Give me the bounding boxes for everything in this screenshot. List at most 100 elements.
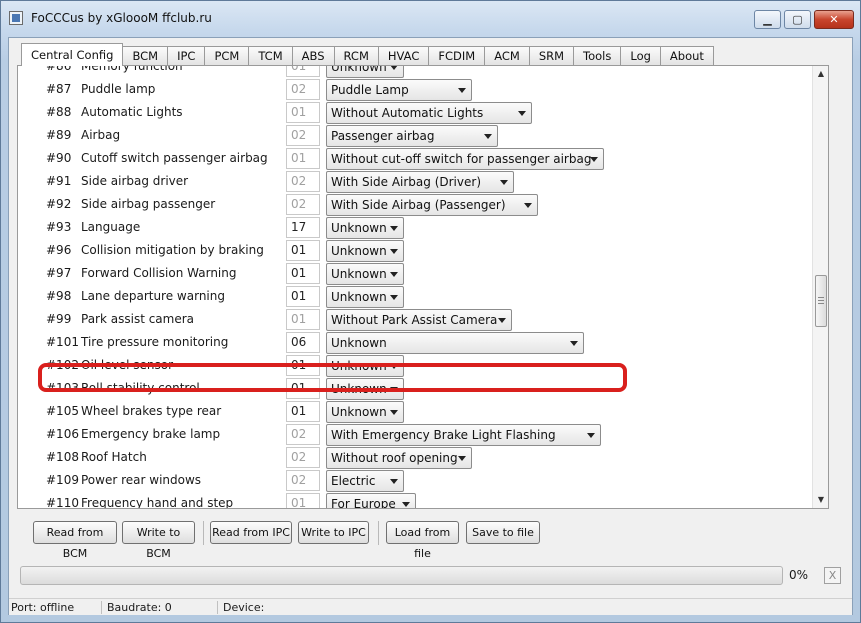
option-dropdown[interactable]: Without Automatic Lights <box>326 102 532 124</box>
tab-fcdim[interactable]: FCDIM <box>428 46 486 65</box>
row-label: Cutoff switch passenger airbag <box>81 151 268 165</box>
config-row: #109 Power rear windows 02 Electric <box>18 469 818 492</box>
grip-line <box>818 300 824 301</box>
config-row: #96 Collision mitigation by braking 01 Unkn… <box>18 239 818 262</box>
save-file-button[interactable]: Save to file <box>466 521 540 544</box>
dropdown-value: Without Automatic Lights <box>331 106 484 120</box>
option-dropdown[interactable]: Unknown <box>326 355 404 377</box>
tab-hvac[interactable]: HVAC <box>377 46 430 65</box>
option-dropdown[interactable]: With Side Airbag (Passenger) <box>326 194 538 216</box>
dropdown-value: Without cut-off switch for passenger air… <box>331 152 592 166</box>
row-label: Roll stability control <box>81 381 200 395</box>
dropdown-value: Without Park Assist Camera <box>331 313 498 327</box>
option-dropdown[interactable]: Electric <box>326 470 404 492</box>
dropdown-value: Unknown <box>331 221 387 235</box>
read-bcm-button[interactable]: Read from BCM <box>33 521 117 560</box>
tab-tools[interactable]: Tools <box>573 46 622 65</box>
dropdown-value: Unknown <box>331 267 387 281</box>
vertical-scrollbar[interactable]: ▲ ▼ <box>812 66 828 508</box>
minimize-button[interactable]: ▁ <box>754 10 781 29</box>
tab-acm[interactable]: ACM <box>484 46 530 65</box>
row-number: #108 <box>46 450 79 464</box>
code-field[interactable]: 01 <box>286 286 320 307</box>
config-row: #99 Park assist camera 01 Without Park Assi… <box>18 308 818 331</box>
load-file-button[interactable]: Load from file <box>386 521 459 560</box>
status-device: Device: <box>223 601 265 614</box>
row-number: #91 <box>46 174 72 188</box>
option-dropdown[interactable]: Passenger airbag <box>326 125 498 147</box>
row-label: Roof Hatch <box>81 450 147 464</box>
option-dropdown[interactable]: Unknown <box>326 217 404 239</box>
row-label: Frequency hand and step <box>81 496 234 509</box>
row-number: #106 <box>46 427 79 441</box>
dropdown-value: Unknown <box>331 382 387 396</box>
code-field: 01 <box>286 66 320 77</box>
row-label: Airbag <box>81 128 121 142</box>
write-bcm-button[interactable]: Write to BCM <box>122 521 195 560</box>
row-label: Oil level sensor <box>81 358 174 372</box>
code-field[interactable]: 01 <box>286 378 320 399</box>
option-dropdown[interactable]: Without Park Assist Camera <box>326 309 512 331</box>
maximize-button[interactable]: ▢ <box>784 10 811 29</box>
tab-central-config[interactable]: Central Config <box>21 43 124 66</box>
option-dropdown[interactable]: With Emergency Brake Light Flashing <box>326 424 601 446</box>
option-dropdown[interactable]: Unknown <box>326 378 404 400</box>
chevron-down-icon <box>390 364 398 369</box>
row-label: Forward Collision Warning <box>81 266 237 280</box>
scroll-down-icon[interactable]: ▼ <box>813 492 828 508</box>
scroll-thumb[interactable] <box>815 275 827 327</box>
option-dropdown[interactable]: Puddle Lamp <box>326 79 472 101</box>
option-dropdown[interactable]: Without cut-off switch for passenger air… <box>326 148 604 170</box>
option-dropdown[interactable]: For Europe <box>326 493 416 508</box>
row-label: Tire pressure monitoring <box>81 335 229 349</box>
row-number: #98 <box>46 289 72 303</box>
option-dropdown[interactable]: Unknown <box>326 66 404 78</box>
row-label: Collision mitigation by braking <box>81 243 264 257</box>
close-button[interactable]: ✕ <box>814 10 854 29</box>
chevron-down-icon <box>500 180 508 185</box>
option-dropdown[interactable]: Unknown <box>326 401 404 423</box>
option-dropdown[interactable]: Unknown <box>326 263 404 285</box>
code-field[interactable]: 17 <box>286 217 320 238</box>
row-number: #102 <box>46 358 79 372</box>
dropdown-value: Unknown <box>331 359 387 373</box>
tab-rcm[interactable]: RCM <box>333 46 379 65</box>
tab-tcm[interactable]: TCM <box>248 46 293 65</box>
option-dropdown[interactable]: With Side Airbag (Driver) <box>326 171 514 193</box>
option-dropdown[interactable]: Without roof opening <box>326 447 472 469</box>
option-dropdown[interactable]: Unknown <box>326 332 584 354</box>
dropdown-value: Electric <box>331 474 376 488</box>
row-number: #101 <box>46 335 79 349</box>
code-field[interactable]: 01 <box>286 240 320 261</box>
row-number: #89 <box>46 128 72 142</box>
title-bar[interactable]: FoCCCus by xGloooM ffclub.ru ▁ ▢ ✕ <box>1 1 860 37</box>
tab-srm[interactable]: SRM <box>528 46 575 65</box>
code-field[interactable]: 01 <box>286 355 320 376</box>
config-row: #86 Memory function 01 Unknown <box>18 66 818 78</box>
code-field: 01 <box>286 309 320 330</box>
read-ipc-button[interactable]: Read from IPC <box>210 521 292 544</box>
option-dropdown[interactable]: Unknown <box>326 286 404 308</box>
tab-log[interactable]: Log <box>620 46 661 65</box>
tab-bcm[interactable]: BCM <box>122 46 169 65</box>
option-dropdown[interactable]: Unknown <box>326 240 404 262</box>
code-field: 01 <box>286 102 320 123</box>
tab-ipc[interactable]: IPC <box>167 46 206 65</box>
chevron-down-icon <box>484 134 492 139</box>
status-port: Port: offline <box>11 601 75 614</box>
config-row: #92 Side airbag passenger 02 With Side Airb… <box>18 193 818 216</box>
row-number: #103 <box>46 381 79 395</box>
code-field[interactable]: 01 <box>286 401 320 422</box>
cancel-progress-button[interactable]: X <box>824 567 841 584</box>
chevron-down-icon <box>498 318 506 323</box>
code-field[interactable]: 06 <box>286 332 320 353</box>
dropdown-value: Passenger airbag <box>331 129 435 143</box>
write-ipc-button[interactable]: Write to IPC <box>298 521 369 544</box>
code-field[interactable]: 01 <box>286 263 320 284</box>
chevron-down-icon <box>518 111 526 116</box>
scroll-up-icon[interactable]: ▲ <box>813 66 828 82</box>
tab-about[interactable]: About <box>659 46 714 65</box>
status-divider <box>101 601 102 614</box>
tab-abs[interactable]: ABS <box>291 46 335 65</box>
tab-pcm[interactable]: PCM <box>204 46 250 65</box>
